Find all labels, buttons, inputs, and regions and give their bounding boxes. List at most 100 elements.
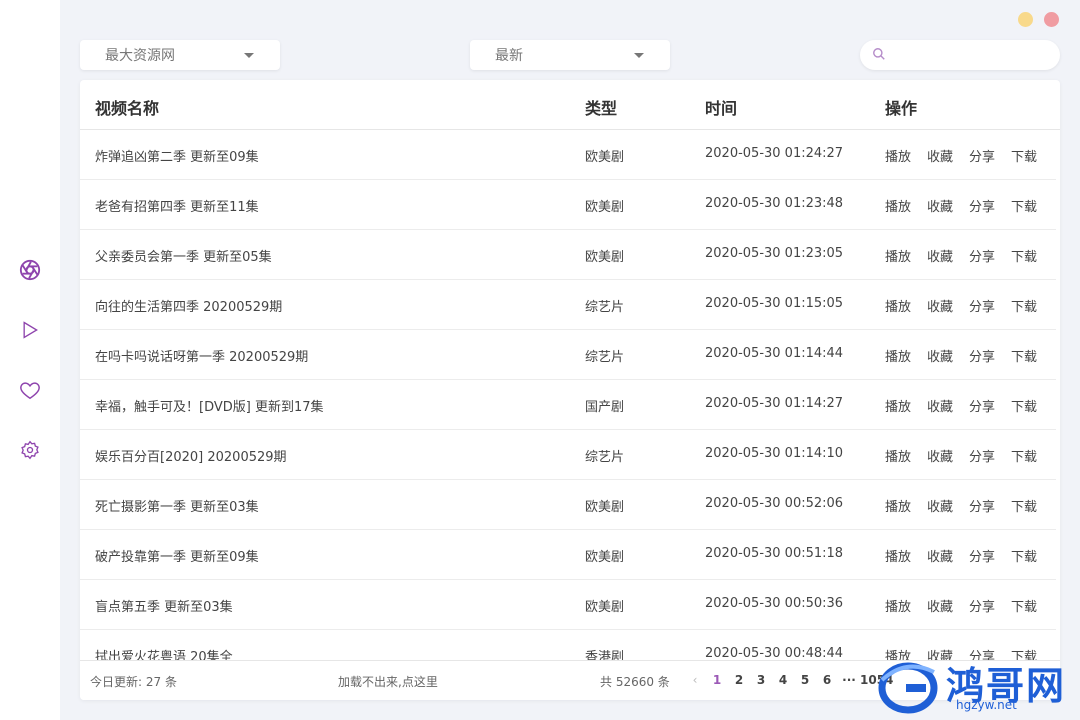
settings-icon[interactable] xyxy=(18,438,42,462)
watermark-logo: 鸿哥网 hgzyw.net xyxy=(876,652,1080,720)
favorite-button[interactable]: 收藏 xyxy=(927,346,953,365)
video-name[interactable]: 拭出爱火花粤语 20集全 xyxy=(95,646,233,660)
favorite-button[interactable]: 收藏 xyxy=(927,446,953,465)
share-button[interactable]: 分享 xyxy=(969,196,995,215)
table-body: 炸弹追凶第二季 更新至09集 欧美剧 2020-05-30 01:24:27 播放 收藏… xyxy=(80,130,1060,660)
favorite-button[interactable]: 收藏 xyxy=(927,596,953,615)
video-name[interactable]: 死亡摄影第一季 更新至03集 xyxy=(95,496,259,515)
share-button[interactable]: 分享 xyxy=(969,396,995,415)
favorite-button[interactable]: 收藏 xyxy=(927,396,953,415)
load-hint-link[interactable]: 加载不出来,点这里 xyxy=(338,673,438,690)
download-button[interactable]: 下载 xyxy=(1011,396,1037,415)
video-name[interactable]: 父亲委员会第一季 更新至05集 xyxy=(95,246,272,265)
favorite-button[interactable]: 收藏 xyxy=(927,546,953,565)
video-time: 2020-05-30 01:14:27 xyxy=(705,396,844,411)
download-button[interactable]: 下载 xyxy=(1011,596,1037,615)
video-name[interactable]: 老爸有招第四季 更新至11集 xyxy=(95,196,259,215)
row-actions: 播放 收藏 分享 下载 xyxy=(885,146,1037,165)
page-button[interactable]: 4 xyxy=(772,673,794,687)
header-name: 视频名称 xyxy=(95,99,160,118)
video-time: 2020-05-30 01:23:48 xyxy=(705,196,844,211)
video-name[interactable]: 向往的生活第四季 20200529期 xyxy=(95,296,282,315)
play-button[interactable]: 播放 xyxy=(885,296,911,315)
table-row[interactable]: 破产投靠第一季 更新至09集 欧美剧 2020-05-30 00:51:18 播放 收藏… xyxy=(80,530,1056,580)
prev-page-button[interactable]: ‹ xyxy=(684,673,706,687)
table-row[interactable]: 老爸有招第四季 更新至11集 欧美剧 2020-05-30 01:23:48 播放 收藏… xyxy=(80,180,1056,230)
share-button[interactable]: 分享 xyxy=(969,546,995,565)
play-button[interactable]: 播放 xyxy=(885,546,911,565)
close-button[interactable] xyxy=(1044,12,1059,27)
table-row[interactable]: 向往的生活第四季 20200529期 综艺片 2020-05-30 01:15:05… xyxy=(80,280,1056,330)
favorite-button[interactable]: 收藏 xyxy=(927,496,953,515)
table-row[interactable]: 娱乐百分百[2020] 20200529期 综艺片 2020-05-30 01:14… xyxy=(80,430,1056,480)
play-icon[interactable] xyxy=(18,318,42,342)
video-type: 欧美剧 xyxy=(585,550,625,565)
play-button[interactable]: 播放 xyxy=(885,246,911,265)
video-name[interactable]: 在吗卡吗说话呀第一季 20200529期 xyxy=(95,346,308,365)
aperture-icon[interactable] xyxy=(18,258,42,282)
video-name[interactable]: 娱乐百分百[2020] 20200529期 xyxy=(95,446,287,465)
page-button[interactable]: 3 xyxy=(750,673,772,687)
table-row[interactable]: 炸弹追凶第二季 更新至09集 欧美剧 2020-05-30 01:24:27 播放 收藏… xyxy=(80,130,1056,180)
share-button[interactable]: 分享 xyxy=(969,496,995,515)
share-button[interactable]: 分享 xyxy=(969,346,995,365)
share-button[interactable]: 分享 xyxy=(969,146,995,165)
favorite-button[interactable]: 收藏 xyxy=(927,146,953,165)
video-name[interactable]: 幸福，触手可及！[DVD版] 更新到17集 xyxy=(95,396,324,415)
favorite-button[interactable]: 收藏 xyxy=(927,246,953,265)
play-button[interactable]: 播放 xyxy=(885,196,911,215)
table-row[interactable]: 幸福，触手可及！[DVD版] 更新到17集 国产剧 2020-05-30 01:14… xyxy=(80,380,1056,430)
favorite-button[interactable]: 收藏 xyxy=(927,296,953,315)
search-input[interactable] xyxy=(892,47,1052,63)
download-button[interactable]: 下载 xyxy=(1011,246,1037,265)
share-button[interactable]: 分享 xyxy=(969,296,995,315)
favorite-button[interactable]: 收藏 xyxy=(927,196,953,215)
play-button[interactable]: 播放 xyxy=(885,346,911,365)
share-button[interactable]: 分享 xyxy=(969,246,995,265)
table-row[interactable]: 死亡摄影第一季 更新至03集 欧美剧 2020-05-30 00:52:06 播放 收藏… xyxy=(80,480,1056,530)
play-button[interactable]: 播放 xyxy=(885,446,911,465)
search-icon xyxy=(872,46,886,65)
source-select[interactable]: 最大资源网 xyxy=(80,40,280,70)
page-button[interactable]: 6 xyxy=(816,673,838,687)
page-button[interactable]: 2 xyxy=(728,673,750,687)
download-button[interactable]: 下载 xyxy=(1011,296,1037,315)
share-button[interactable]: 分享 xyxy=(969,446,995,465)
video-type: 欧美剧 xyxy=(585,600,625,615)
video-type: 欧美剧 xyxy=(585,500,625,515)
sort-select[interactable]: 最新 xyxy=(470,40,670,70)
row-actions: 播放 收藏 分享 下载 xyxy=(885,496,1037,515)
download-button[interactable]: 下载 xyxy=(1011,446,1037,465)
play-button[interactable]: 播放 xyxy=(885,146,911,165)
source-select-value: 最大资源网 xyxy=(105,48,175,64)
table-row[interactable]: 在吗卡吗说话呀第一季 20200529期 综艺片 2020-05-30 01:14:… xyxy=(80,330,1056,380)
play-button[interactable]: 播放 xyxy=(885,596,911,615)
video-name[interactable]: 炸弹追凶第二季 更新至09集 xyxy=(95,146,259,165)
download-button[interactable]: 下载 xyxy=(1011,496,1037,515)
minimize-button[interactable] xyxy=(1018,12,1033,27)
download-button[interactable]: 下载 xyxy=(1011,196,1037,215)
video-time: 2020-05-30 01:15:05 xyxy=(705,296,844,311)
download-button[interactable]: 下载 xyxy=(1011,346,1037,365)
table-row[interactable]: 盲点第五季 更新至03集 欧美剧 2020-05-30 00:50:36 播放 收藏 分享… xyxy=(80,580,1056,630)
video-time: 2020-05-30 00:52:06 xyxy=(705,496,844,511)
page-button[interactable]: ··· xyxy=(838,673,860,687)
row-actions: 播放 收藏 分享 下载 xyxy=(885,446,1037,465)
page-button[interactable]: 5 xyxy=(794,673,816,687)
play-button[interactable]: 播放 xyxy=(885,496,911,515)
search-box[interactable] xyxy=(860,40,1060,70)
video-name[interactable]: 破产投靠第一季 更新至09集 xyxy=(95,546,259,565)
watermark-url: hgzyw.net xyxy=(956,698,1017,712)
logo-icon xyxy=(878,662,938,714)
play-button[interactable]: 播放 xyxy=(885,396,911,415)
download-button[interactable]: 下载 xyxy=(1011,146,1037,165)
sidebar xyxy=(0,0,60,720)
table-row[interactable]: 父亲委员会第一季 更新至05集 欧美剧 2020-05-30 01:23:05 播放收… xyxy=(80,230,1056,280)
video-name[interactable]: 盲点第五季 更新至03集 xyxy=(95,596,233,615)
page-button[interactable]: 1 xyxy=(706,673,728,687)
heart-icon[interactable] xyxy=(18,378,42,402)
download-button[interactable]: 下载 xyxy=(1011,546,1037,565)
row-actions: 播放 收藏 分享 下载 xyxy=(885,596,1037,615)
share-button[interactable]: 分享 xyxy=(969,596,995,615)
pagination: ‹ 1 2 3 4 5 6 ··· 1054 xyxy=(684,673,894,687)
